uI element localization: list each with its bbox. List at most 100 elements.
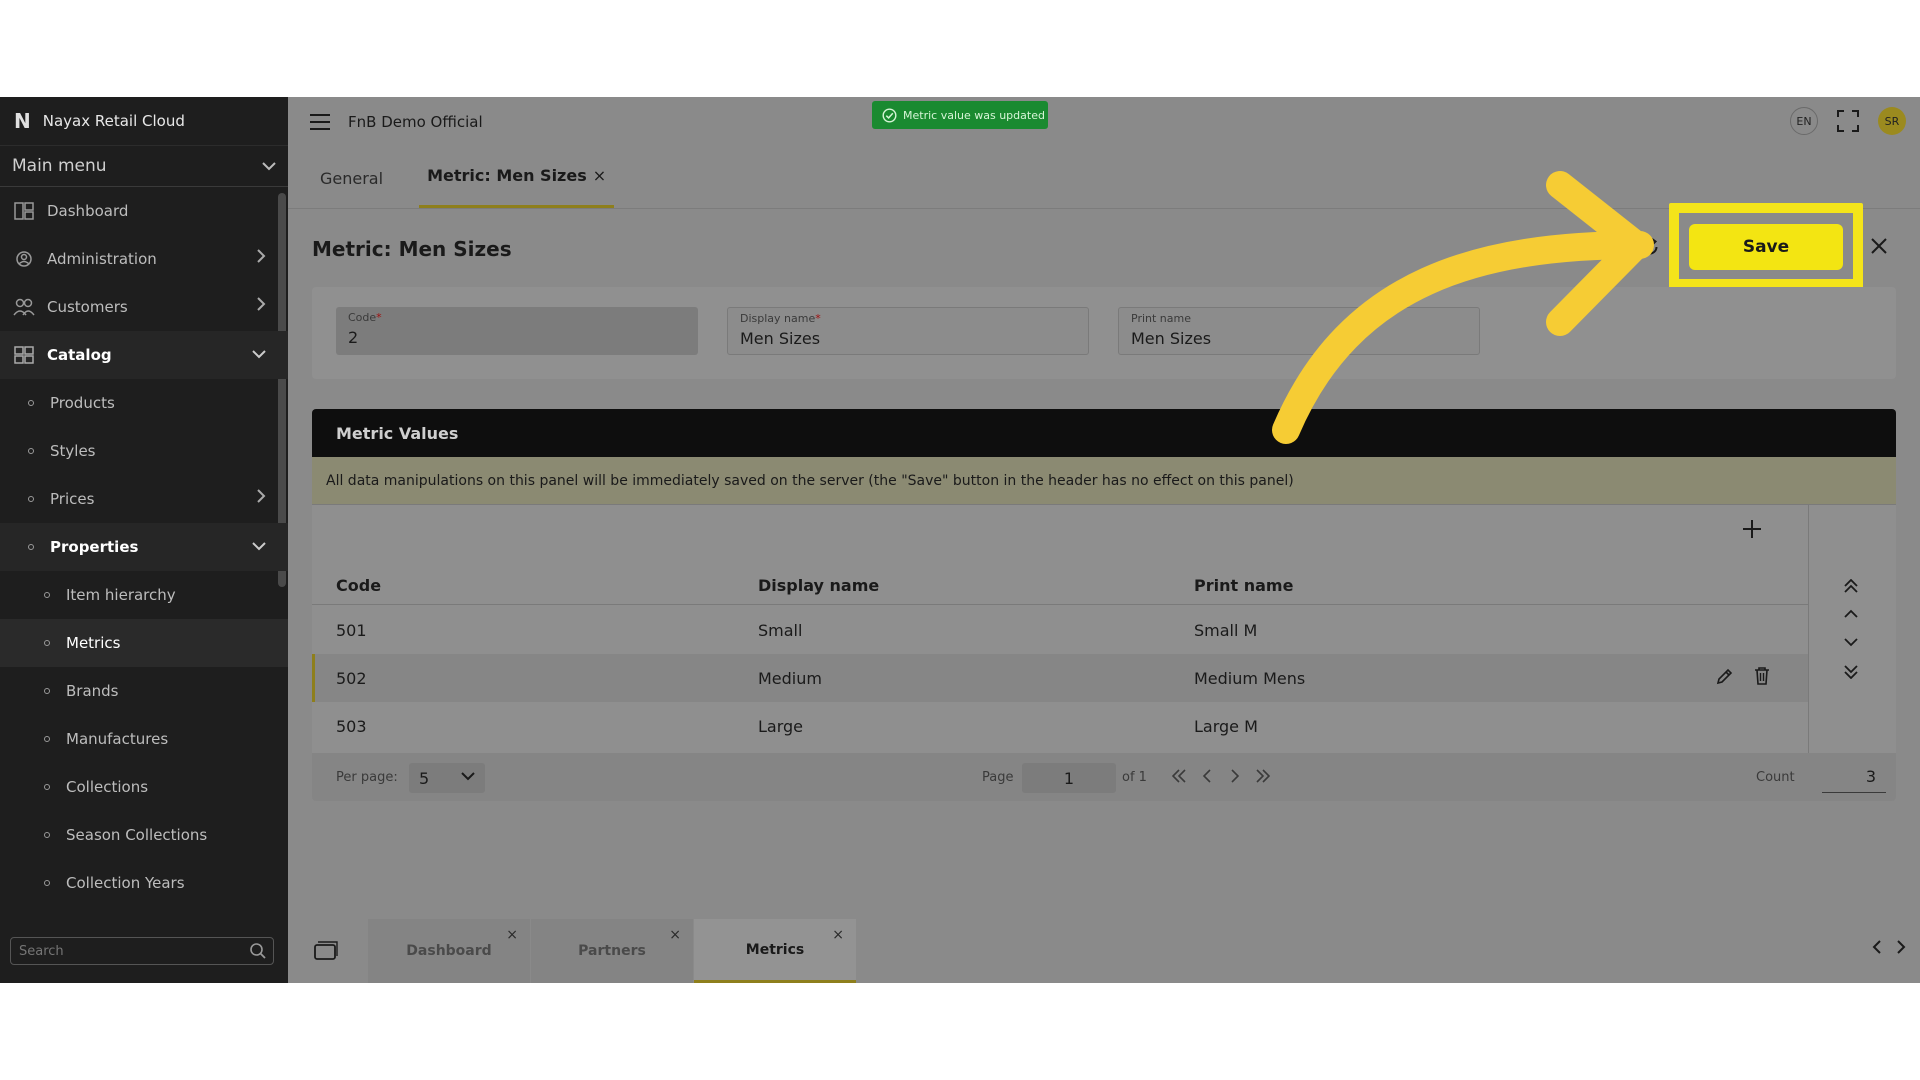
close-tab-icon[interactable]: × [669, 927, 681, 943]
add-icon[interactable] [1742, 519, 1762, 539]
success-toast: Metric value was updated [872, 101, 1048, 129]
page-title: Metric: Men Sizes [312, 237, 512, 261]
brand-logo: N [14, 109, 31, 133]
bottom-tab-metrics[interactable]: Metrics × [694, 919, 856, 983]
sidebar-item-collections[interactable]: Collections [0, 763, 288, 811]
count-value: 3 [1822, 763, 1886, 793]
main-menu-label: Main menu [12, 156, 107, 176]
sidebar-item-label: Dashboard [47, 202, 129, 220]
move-bottom-icon[interactable] [1843, 665, 1859, 679]
sidebar-item-label: Collections [66, 778, 149, 796]
delete-icon[interactable] [1753, 666, 1771, 686]
bullet-icon [44, 832, 50, 838]
sidebar-search-input[interactable] [19, 943, 239, 959]
move-top-icon[interactable] [1843, 579, 1859, 593]
fullscreen-icon[interactable] [1836, 109, 1860, 133]
sidebar-item-label: Catalog [47, 346, 112, 364]
language-button[interactable]: EN [1790, 107, 1818, 135]
sidebar-item-label: Item hierarchy [66, 586, 176, 604]
bullet-icon [44, 640, 50, 646]
sidebar-item-label: Products [50, 394, 115, 412]
prev-page-icon[interactable] [1200, 769, 1214, 783]
column-header-code[interactable]: Code [336, 576, 381, 595]
main-menu-toggle[interactable]: Main menu [0, 145, 288, 187]
close-icon[interactable] [1870, 237, 1888, 255]
bottom-tab-label: Dashboard [406, 943, 492, 959]
field-label: Print name [1131, 312, 1467, 325]
bullet-icon [44, 592, 50, 598]
cell-display-name: Large [758, 716, 804, 736]
sidebar-item-label: Brands [66, 682, 119, 700]
field-label-text: Code [348, 311, 377, 324]
chevron-left-icon[interactable] [1870, 939, 1884, 955]
bullet-icon [28, 400, 34, 406]
tab-general[interactable]: General [312, 169, 391, 208]
edit-icon[interactable] [1715, 666, 1735, 686]
field-label: Code* [348, 311, 686, 324]
bullet-icon [28, 496, 34, 502]
bottom-tab-navigation [1870, 939, 1908, 955]
sidebar-item-products[interactable]: Products [0, 379, 288, 427]
sidebar-item-item-hierarchy[interactable]: Item hierarchy [0, 571, 288, 619]
move-up-icon[interactable] [1843, 609, 1859, 619]
page-number-input[interactable]: 1 [1022, 763, 1116, 793]
sidebar-search [10, 937, 274, 965]
row-actions [1715, 666, 1771, 686]
table-row[interactable]: 501 Small Small M [312, 606, 1808, 654]
chevron-right-icon[interactable] [1894, 939, 1908, 955]
gear-user-icon [13, 248, 35, 270]
last-page-icon[interactable] [1256, 769, 1270, 783]
sidebar-item-manufactures[interactable]: Manufactures [0, 715, 288, 763]
sidebar-item-customers[interactable]: Customers [0, 283, 288, 331]
windows-icon[interactable] [314, 941, 338, 961]
sidebar-item-dashboard[interactable]: Dashboard [0, 187, 288, 235]
per-page-select[interactable]: 5 [409, 763, 485, 793]
table-row[interactable]: 502 Medium Medium Mens [312, 654, 1808, 702]
customers-icon [13, 296, 35, 318]
bullet-icon [28, 448, 34, 454]
display-name-field[interactable]: Display name* Men Sizes [727, 307, 1089, 355]
print-name-field[interactable]: Print name Men Sizes [1118, 307, 1480, 355]
sidebar-item-prices[interactable]: Prices [0, 475, 288, 523]
sidebar-item-collection-years[interactable]: Collection Years [0, 859, 288, 907]
chevron-down-icon [262, 162, 276, 171]
search-icon[interactable] [249, 942, 267, 960]
field-value: Men Sizes [740, 329, 821, 348]
tab-metric-men-sizes[interactable]: Metric: Men Sizes × [419, 166, 615, 208]
next-page-icon[interactable] [1228, 769, 1242, 783]
page-label: Page [982, 769, 1014, 785]
field-value: 2 [348, 328, 359, 347]
cell-print-name: Large M [1194, 716, 1258, 736]
cell-code: 503 [336, 716, 367, 736]
bottom-tab-partners[interactable]: Partners × [531, 919, 693, 983]
refresh-icon[interactable] [1640, 237, 1660, 257]
first-page-icon[interactable] [1172, 769, 1186, 783]
sidebar-item-brands[interactable]: Brands [0, 667, 288, 715]
sidebar-item-metrics[interactable]: Metrics [0, 619, 288, 667]
bottom-tab-label: Partners [578, 943, 646, 959]
sidebar-item-catalog[interactable]: Catalog [0, 331, 288, 379]
sidebar-item-label: Customers [47, 298, 128, 316]
sidebar-item-properties[interactable]: Properties [0, 523, 288, 571]
bottom-tab-dashboard[interactable]: Dashboard × [368, 919, 530, 983]
code-field[interactable]: Code* 2 [336, 307, 698, 355]
sidebar-item-styles[interactable]: Styles [0, 427, 288, 475]
sidebar-item-label: Prices [50, 490, 95, 508]
close-tab-icon[interactable]: × [832, 927, 844, 943]
hamburger-menu-icon[interactable] [310, 114, 330, 130]
bullet-icon [44, 688, 50, 694]
per-page-label: Per page: [336, 769, 398, 785]
metric-values-panel: Metric Values All data manipulations on … [312, 409, 1896, 801]
column-header-print-name[interactable]: Print name [1194, 576, 1293, 595]
close-tab-icon[interactable]: × [506, 927, 518, 943]
sidebar-item-season-collections[interactable]: Season Collections [0, 811, 288, 859]
avatar[interactable]: SR [1878, 107, 1906, 135]
save-button[interactable]: Save [1689, 224, 1843, 270]
sidebar-item-administration[interactable]: Administration [0, 235, 288, 283]
tab-label: Metric: Men Sizes [427, 166, 587, 185]
table-row[interactable]: 503 Large Large M [312, 702, 1808, 750]
close-tab-icon[interactable]: × [593, 166, 606, 185]
move-down-icon[interactable] [1843, 637, 1859, 647]
dashboard-icon [13, 200, 35, 222]
column-header-display-name[interactable]: Display name [758, 576, 879, 595]
